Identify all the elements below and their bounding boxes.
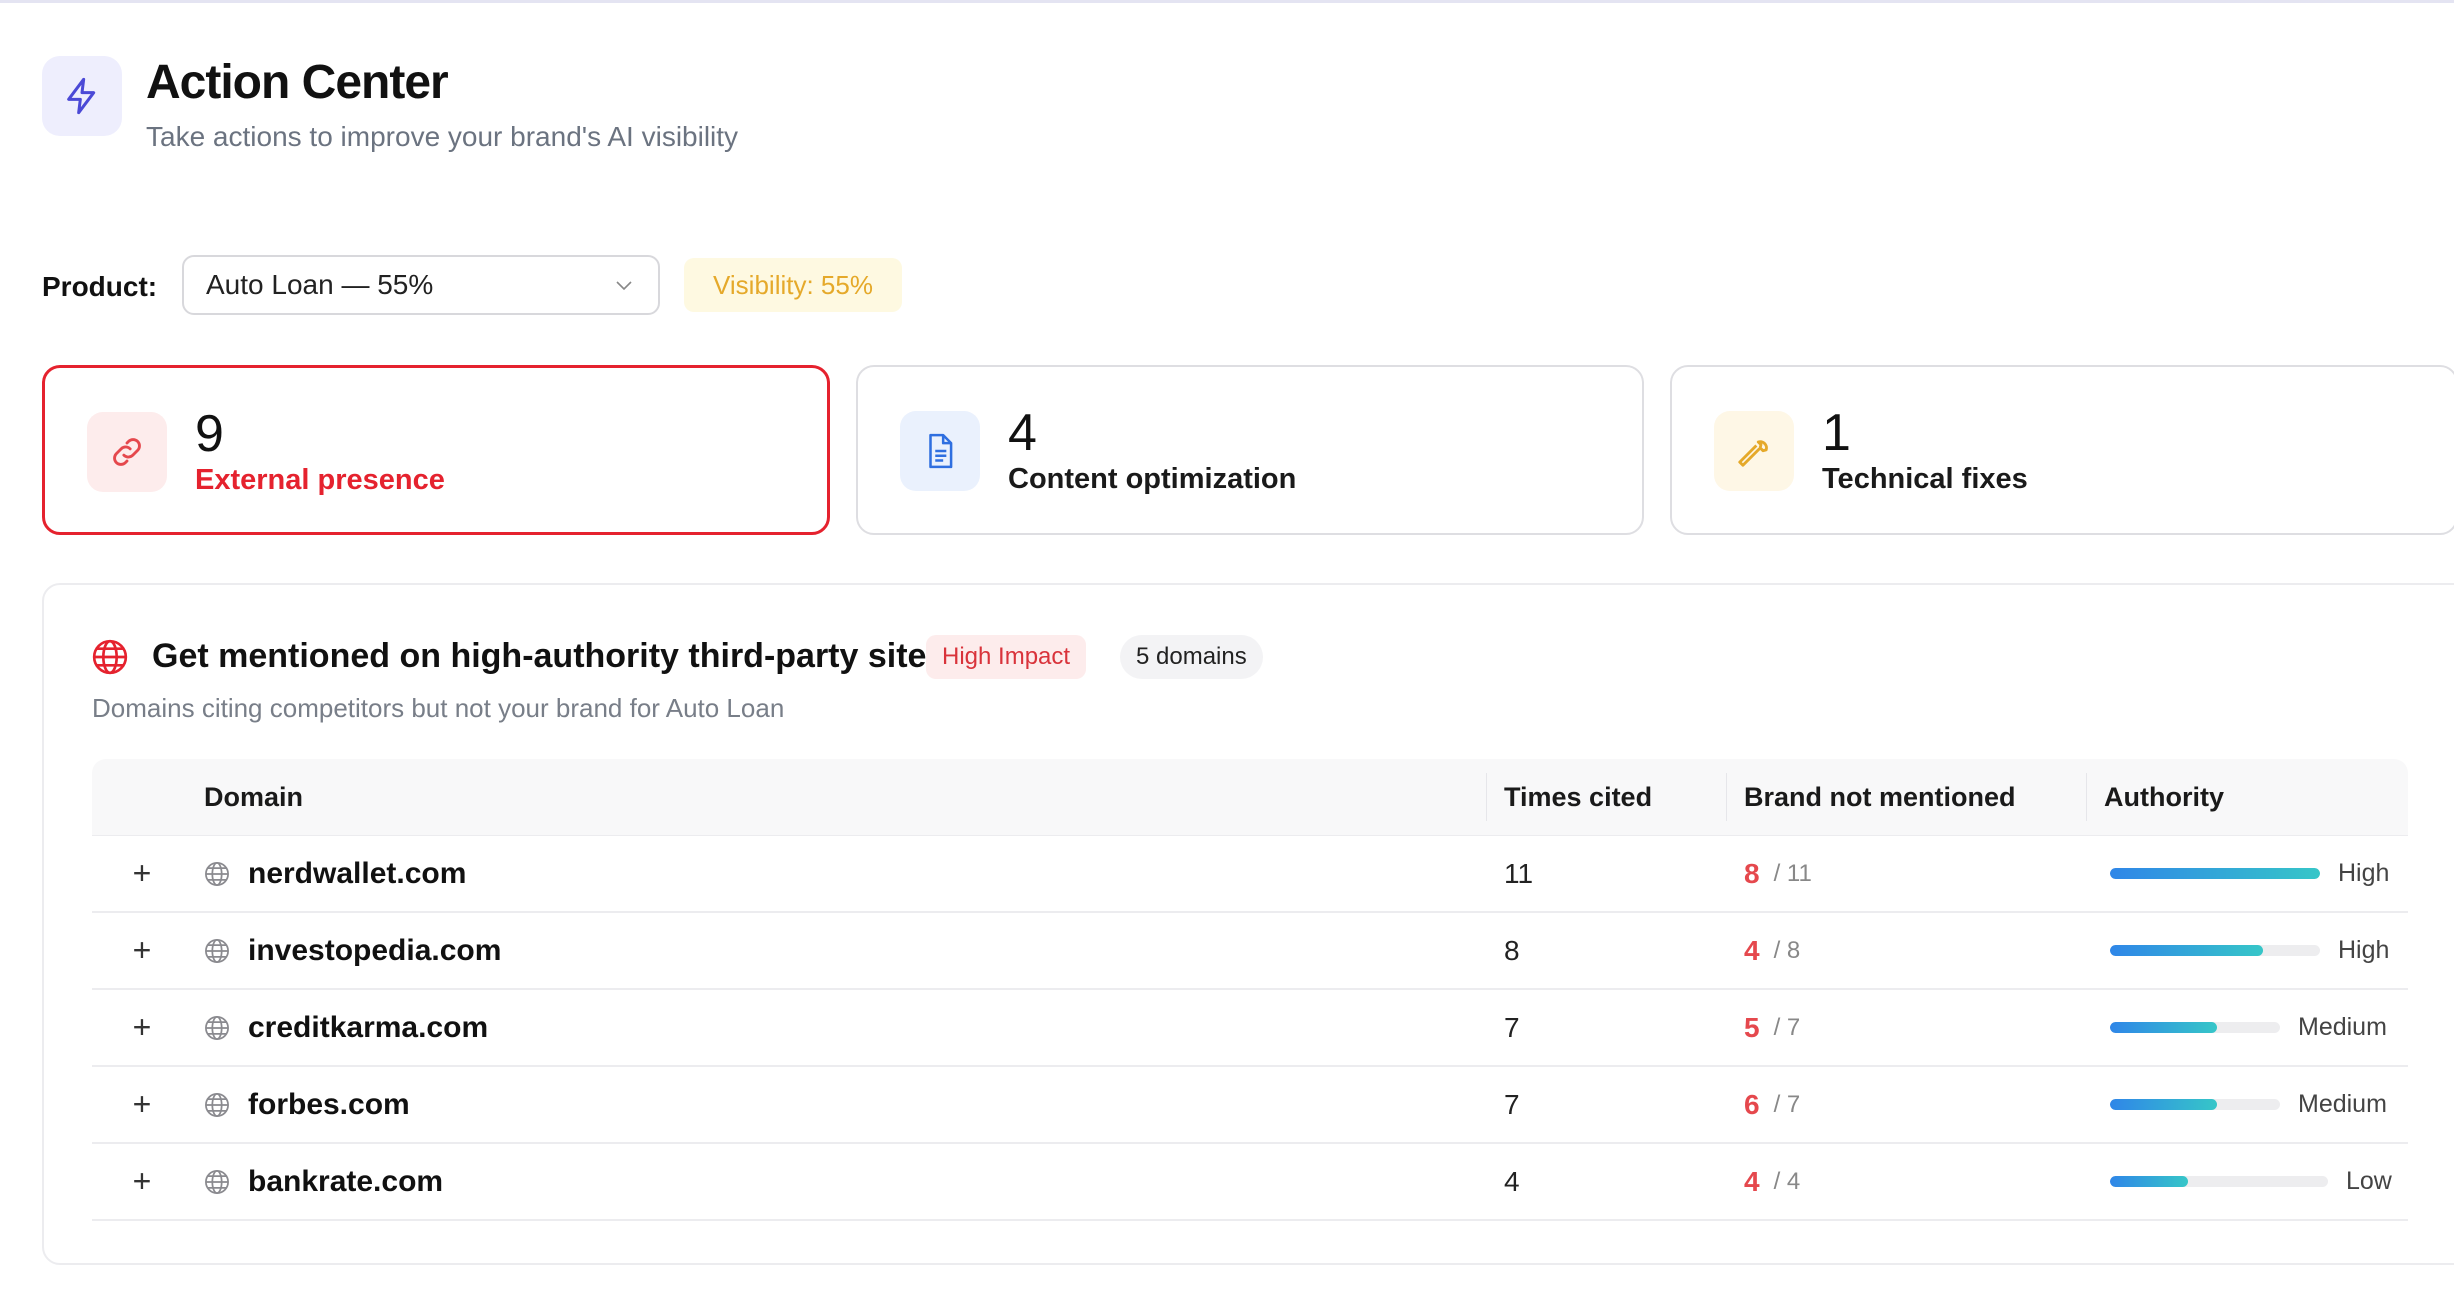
header-brand-not-mentioned[interactable]: Brand not mentioned <box>1744 759 2016 835</box>
table-row[interactable]: + forbes.com 7 6 / 7 Medium <box>92 1067 2408 1144</box>
times-cited-value: 8 <box>1504 934 1520 966</box>
globe-icon <box>202 913 232 988</box>
authority-bar-fill <box>2110 1176 2189 1187</box>
header-times-cited[interactable]: Times cited <box>1504 759 1652 835</box>
authority-bar <box>2110 868 2320 879</box>
brand-not-mentioned-total: / 4 <box>1773 1167 1801 1195</box>
authority-bar <box>2110 945 2320 956</box>
domain-name[interactable]: nerdwallet.com <box>248 836 466 911</box>
stat-label: Content optimization <box>1008 463 1297 495</box>
panel-subtitle: Domains citing competitors but not your … <box>92 693 785 723</box>
expand-row-button[interactable]: + <box>124 1067 160 1142</box>
header-icon-tile <box>42 56 122 136</box>
table-row[interactable]: + nerdwallet.com 11 8 / 11 High <box>92 836 2408 913</box>
brand-not-mentioned-value: 5 / 7 <box>1744 990 1800 1065</box>
domain-name[interactable]: creditkarma.com <box>248 990 488 1065</box>
stat-label: External presence <box>195 464 445 496</box>
domain-name[interactable]: investopedia.com <box>248 913 501 988</box>
stat-card-content-optimization[interactable]: 4 Content optimization <box>856 365 1644 535</box>
expand-row-button[interactable]: + <box>124 1144 160 1219</box>
brand-not-mentioned-count: 6 <box>1744 1088 1760 1120</box>
authority-label: Medium <box>2298 1013 2387 1041</box>
authority-label: High <box>2338 859 2390 887</box>
stat-card-external-presence[interactable]: 9 External presence <box>42 365 830 535</box>
product-select[interactable]: Auto Loan — 55% <box>182 255 660 315</box>
authority-bar <box>2110 1099 2280 1110</box>
impact-badge: High Impact <box>926 635 1087 679</box>
domain-name[interactable]: bankrate.com <box>248 1144 443 1219</box>
product-select-value: Auto Loan — 55% <box>206 269 434 300</box>
authority-bar <box>2110 1022 2280 1033</box>
header-authority[interactable]: Authority <box>2104 759 2224 835</box>
stat-icon-tile <box>900 411 980 491</box>
times-cited-value: 7 <box>1504 1011 1520 1043</box>
header-domain[interactable]: Domain <box>204 759 303 835</box>
globe-icon <box>202 836 232 911</box>
lightning-icon <box>67 77 96 115</box>
visibility-badge: Visibility: 55% <box>684 258 902 312</box>
authority-label: High <box>2338 936 2390 964</box>
globe-icon <box>202 990 232 1065</box>
stat-icon-tile <box>1714 411 1794 491</box>
brand-not-mentioned-total: / 7 <box>1773 1013 1801 1041</box>
stat-icon-tile <box>87 412 167 492</box>
brand-not-mentioned-total: / 7 <box>1773 1090 1801 1118</box>
stat-value: 1 <box>1822 404 1851 462</box>
authority-bar-fill <box>2110 1099 2218 1110</box>
times-cited-value: 4 <box>1504 1165 1520 1197</box>
globe-icon <box>92 639 128 675</box>
product-label: Product: <box>42 271 158 302</box>
stat-card-technical-fixes[interactable]: 1 Technical fixes <box>1670 365 2454 535</box>
table-header: Domain Times cited Brand not mentioned A… <box>92 759 2408 836</box>
expand-row-button[interactable]: + <box>124 836 160 911</box>
brand-not-mentioned-value: 6 / 7 <box>1744 1067 1800 1142</box>
brand-not-mentioned-total: / 8 <box>1773 936 1801 964</box>
document-icon <box>929 433 953 469</box>
times-cited-value: 11 <box>1504 857 1534 889</box>
brand-not-mentioned-count: 8 <box>1744 857 1760 889</box>
authority-bar-fill <box>2110 945 2264 956</box>
wrench-icon <box>1738 440 1768 467</box>
authority-bar-fill <box>2110 1022 2218 1033</box>
chevron-down-icon <box>616 281 632 291</box>
table-row[interactable]: + bankrate.com 4 4 / 4 Low <box>92 1144 2408 1221</box>
link-icon <box>113 438 141 466</box>
expand-row-button[interactable]: + <box>124 913 160 988</box>
expand-row-button[interactable]: + <box>124 990 160 1065</box>
table-row[interactable]: + investopedia.com 8 4 / 8 High <box>92 913 2408 990</box>
brand-not-mentioned-count: 4 <box>1744 1165 1760 1197</box>
domain-name[interactable]: forbes.com <box>248 1067 410 1142</box>
stat-value: 9 <box>195 405 224 463</box>
domains-count-badge: 5 domains <box>1120 635 1263 679</box>
globe-icon <box>202 1067 232 1142</box>
brand-not-mentioned-total: / 11 <box>1773 859 1812 887</box>
table-row[interactable]: + creditkarma.com 7 5 / 7 Medium <box>92 990 2408 1067</box>
panel-title: Get mentioned on high-authority third-pa… <box>152 637 946 675</box>
globe-icon <box>202 1144 232 1219</box>
brand-not-mentioned-count: 4 <box>1744 934 1760 966</box>
brand-not-mentioned-value: 8 / 11 <box>1744 836 1812 911</box>
brand-not-mentioned-count: 5 <box>1744 1011 1760 1043</box>
page-subtitle: Take actions to improve your brand's AI … <box>146 121 739 152</box>
times-cited-value: 7 <box>1504 1088 1520 1120</box>
authority-label: Low <box>2346 1167 2392 1195</box>
stat-value: 4 <box>1008 404 1037 462</box>
brand-not-mentioned-value: 4 / 4 <box>1744 1144 1800 1219</box>
authority-bar-fill <box>2110 868 2320 879</box>
brand-not-mentioned-value: 4 / 8 <box>1744 913 1800 988</box>
stat-label: Technical fixes <box>1822 463 2028 495</box>
authority-bar <box>2110 1176 2328 1187</box>
page-title: Action Center <box>146 56 449 109</box>
domains-table: Domain Times cited Brand not mentioned A… <box>92 759 2408 1221</box>
authority-label: Medium <box>2298 1090 2387 1118</box>
